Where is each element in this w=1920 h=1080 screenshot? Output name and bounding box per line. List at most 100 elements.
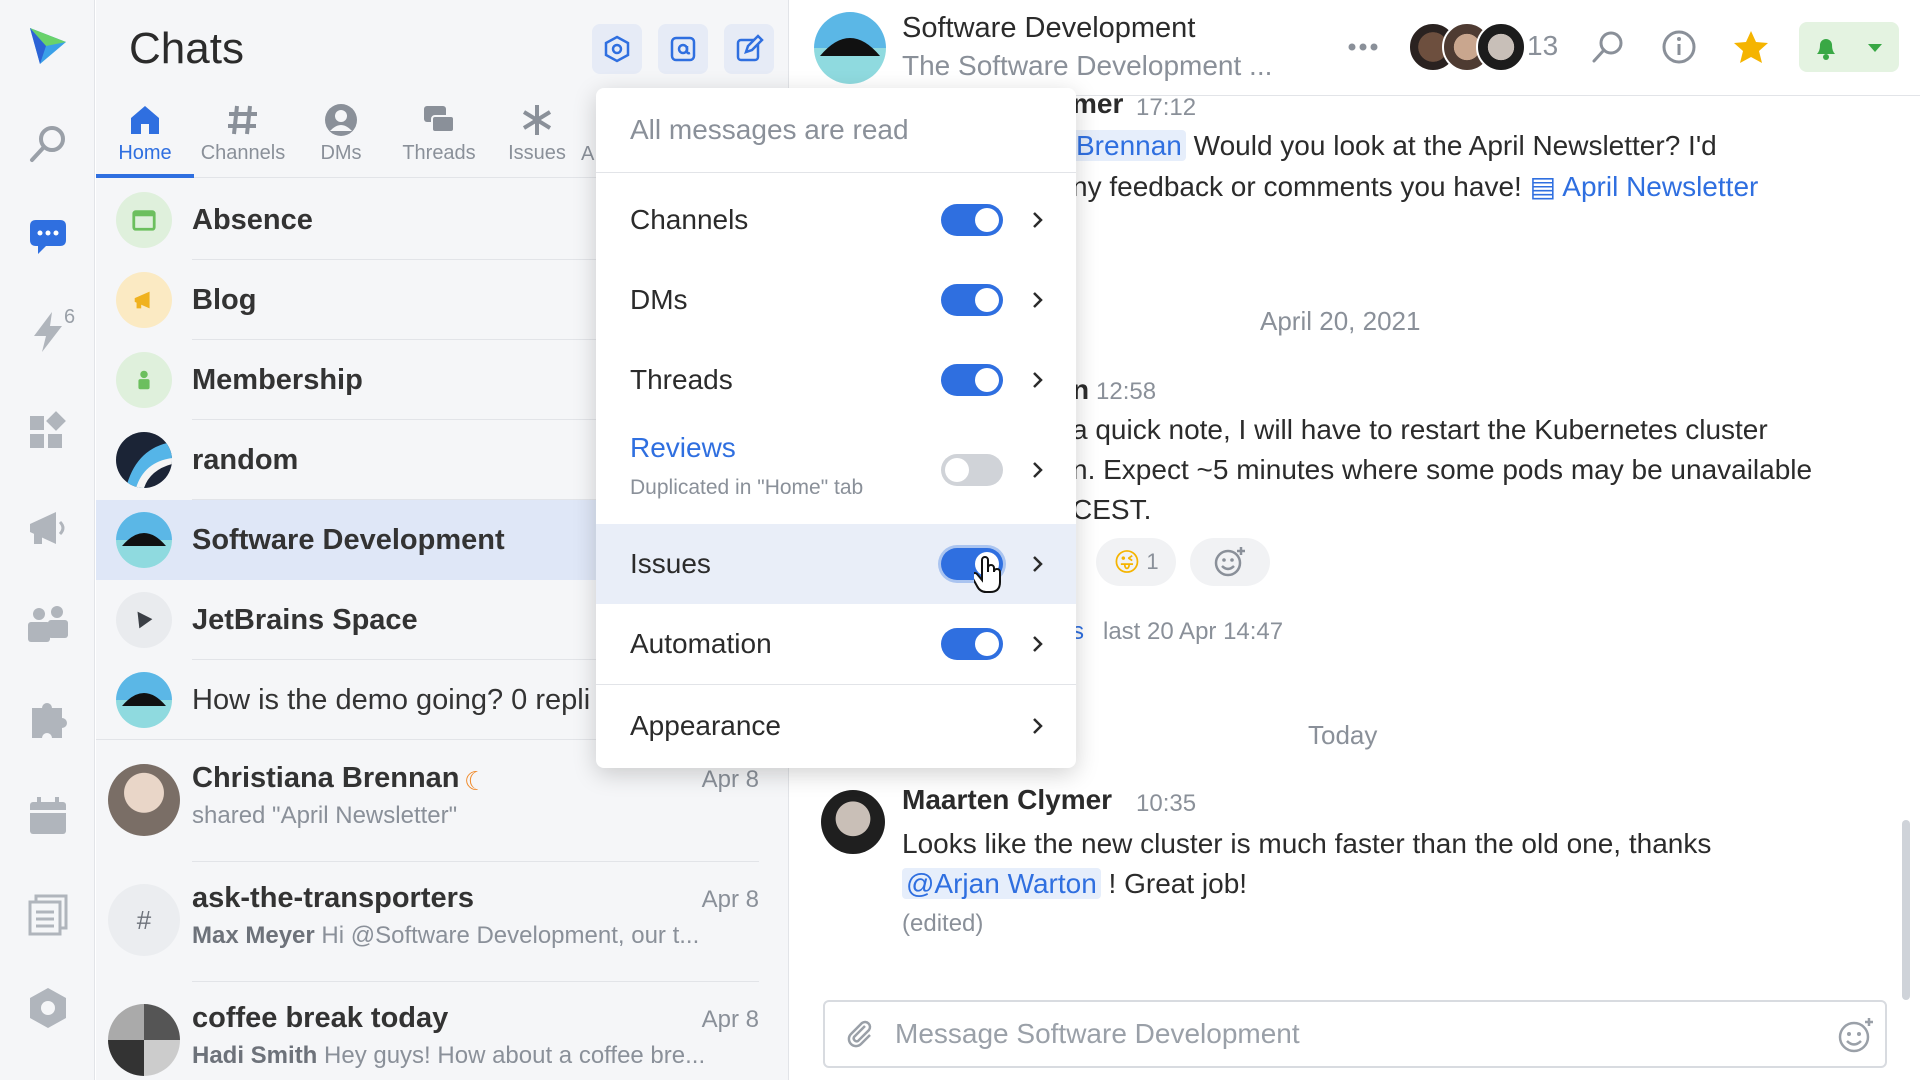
message-composer[interactable]: Message Software Development	[823, 1000, 1887, 1068]
search-icon[interactable]	[22, 118, 74, 170]
puzzle-icon[interactable]	[22, 694, 74, 746]
info-icon[interactable]	[1656, 24, 1702, 70]
scrollbar[interactable]	[1902, 820, 1910, 1000]
dm-name: ask-the-transporters	[192, 882, 475, 914]
message-line: a quick note, I will have to restart the…	[1072, 414, 1768, 445]
channels-toggle[interactable]	[941, 204, 1003, 236]
chevron-right-icon	[1033, 636, 1043, 652]
tab-issues[interactable]: Issues	[488, 96, 586, 178]
dms-toggle[interactable]	[941, 284, 1003, 316]
tab-channels[interactable]: Channels	[194, 96, 292, 178]
documents-icon[interactable]	[22, 888, 74, 940]
teams-icon[interactable]	[22, 598, 74, 650]
channel-avatar[interactable]	[814, 12, 886, 84]
message-input[interactable]: Message Software Development	[895, 1018, 1300, 1050]
threads-icon	[424, 106, 455, 133]
megaphone-icon	[116, 272, 172, 328]
at-sign-icon	[670, 36, 696, 62]
add-reaction-button[interactable]	[1190, 538, 1270, 586]
menu-item-channels[interactable]: Channels	[596, 180, 1076, 260]
message-time: 10:35	[1136, 790, 1197, 817]
person-icon	[116, 352, 172, 408]
thread-last-reply: last 20 Apr 14:47	[1103, 618, 1284, 645]
settings-icon[interactable]	[22, 982, 74, 1034]
dm-row-ask-the-transporters[interactable]: # ask-the-transporters Apr 8 Max Meyer H…	[96, 862, 788, 982]
megaphone-icon[interactable]	[22, 502, 74, 554]
date-separator: Today	[1308, 720, 1378, 750]
reaction-chip[interactable]: 😜 1	[1096, 538, 1176, 586]
message-line: @Arjan Warton ! Great job!	[902, 868, 1247, 900]
member-avatar[interactable]	[1476, 22, 1526, 72]
edited-label: (edited)	[902, 910, 984, 937]
channel-name: Software Development	[192, 524, 505, 556]
chats-icon[interactable]	[22, 212, 74, 264]
menu-item-appearance[interactable]: Appearance	[596, 686, 1076, 766]
tab-home[interactable]: Home	[96, 96, 194, 178]
message-author[interactable]: mer	[1072, 88, 1123, 120]
emoji-icon	[1838, 1018, 1873, 1053]
channel-title[interactable]: Software Development	[902, 12, 1195, 45]
member-count[interactable]: 13	[1527, 30, 1558, 62]
star-icon[interactable]	[1728, 24, 1774, 70]
message-time: 17:12	[1136, 94, 1197, 121]
chevron-right-icon	[1033, 718, 1043, 734]
dm-date: Apr 8	[701, 1006, 759, 1033]
menu-item-automation[interactable]: Automation	[596, 604, 1076, 684]
newsletter-link[interactable]: April Newsletter	[1562, 171, 1758, 202]
hash-icon	[228, 105, 257, 135]
more-options-icon[interactable]	[1340, 24, 1386, 70]
dashboard-icon[interactable]	[22, 406, 74, 458]
hexagon-settings-icon	[604, 35, 630, 63]
chat-settings-menu: All messages are read Channels DMs Threa…	[596, 88, 1076, 768]
search-icon[interactable]	[1585, 24, 1631, 70]
channel-name: JetBrains Space	[192, 604, 418, 636]
menu-item-reviews[interactable]: Reviews Duplicated in "Home" tab	[596, 420, 1076, 520]
message-line: ny feedback or comments you have! ▤ Apri…	[1072, 171, 1759, 202]
automation-toggle[interactable]	[941, 628, 1003, 660]
dm-date: Apr 8	[701, 886, 759, 913]
tab-automation-partial[interactable]: A	[581, 143, 594, 166]
threads-toggle[interactable]	[941, 364, 1003, 396]
channel-name: Membership	[192, 364, 363, 396]
group-avatar	[108, 1004, 180, 1076]
dm-name: coffee break today	[192, 1002, 449, 1034]
space-logo-icon[interactable]	[22, 20, 74, 72]
calendar-icon[interactable]	[22, 790, 74, 842]
app-rail: 6	[0, 0, 95, 1080]
dm-preview: shared "April Newsletter"	[192, 802, 458, 829]
new-message-button[interactable]	[724, 24, 774, 74]
compose-icon	[736, 34, 764, 62]
reviews-toggle[interactable]	[941, 454, 1003, 486]
notifications-button[interactable]	[1799, 22, 1899, 72]
menu-item-dms[interactable]: DMs	[596, 260, 1076, 340]
chat-settings-button[interactable]	[592, 24, 642, 74]
tab-dms[interactable]: DMs	[292, 96, 390, 178]
chevron-right-icon	[1033, 372, 1043, 388]
add-emoji-icon	[1214, 547, 1245, 577]
winking-face-icon: 😜	[1113, 546, 1141, 577]
mentions-button[interactable]	[658, 24, 708, 74]
menu-item-issues[interactable]: Issues	[596, 524, 1076, 604]
menu-item-threads[interactable]: Threads	[596, 340, 1076, 420]
message-time: 12:58	[1096, 378, 1157, 405]
message-line: n. Expect ~5 minutes where some pods may…	[1072, 454, 1813, 485]
avatar[interactable]	[821, 790, 885, 854]
play-icon	[116, 592, 172, 648]
home-icon	[131, 106, 159, 134]
software-development-avatar	[116, 512, 172, 568]
chevron-right-icon	[1033, 462, 1043, 478]
hash-icon: #	[108, 884, 180, 956]
message-line: CEST.	[1072, 494, 1152, 525]
moon-icon: ☾	[464, 766, 488, 796]
bell-icon	[1817, 39, 1835, 60]
chevron-right-icon	[1033, 292, 1043, 308]
person-icon	[325, 104, 357, 136]
dm-row-coffee-break[interactable]: coffee break today Apr 8 Hadi Smith Hey …	[96, 982, 788, 1080]
tab-threads[interactable]: Threads	[390, 96, 488, 178]
message-author[interactable]: Maarten Clymer	[902, 784, 1112, 816]
user-mention[interactable]: @Arjan Warton	[902, 868, 1101, 899]
thread-title: How is the demo going? 0 repli	[192, 684, 591, 716]
channel-description: The Software Development ...	[902, 50, 1273, 81]
panel-title: Chats	[129, 24, 244, 73]
paperclip-icon	[847, 1020, 872, 1048]
